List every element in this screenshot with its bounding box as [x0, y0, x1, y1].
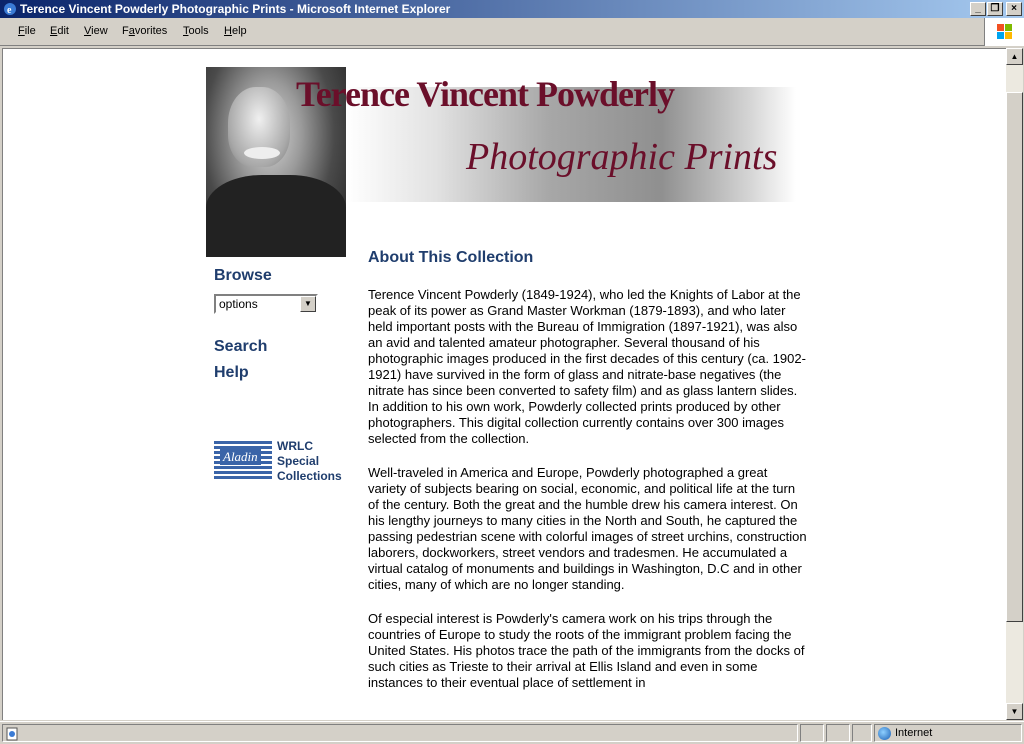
help-link[interactable]: Help — [214, 364, 249, 382]
scroll-thumb[interactable] — [1006, 92, 1023, 622]
window-title: Terence Vincent Powderly Photographic Pr… — [20, 2, 451, 16]
paragraph-3: Of especial interest is Powderly's camer… — [368, 611, 805, 690]
page-icon — [6, 727, 18, 741]
internet-globe-icon — [878, 727, 891, 740]
browse-options-select[interactable]: options ▼ — [214, 294, 318, 314]
menu-tools[interactable]: Tools — [183, 25, 209, 37]
sidebar-nav: Browse options ▼ Search Help Aladin WRLC… — [214, 267, 364, 483]
ie-icon: e — [4, 3, 16, 16]
status-bar: Internet — [0, 721, 1024, 744]
status-text-pane — [2, 724, 798, 742]
menu-favorites[interactable]: Favorites — [122, 25, 167, 37]
close-button[interactable]: × — [1006, 2, 1022, 16]
page-heading: About This Collection — [368, 249, 534, 266]
header-banner: Terence Vincent Powderly Photographic Pr… — [206, 67, 796, 257]
restore-button[interactable]: ❐ — [987, 2, 1003, 16]
menu-help[interactable]: Help — [224, 25, 247, 37]
scroll-up-button[interactable]: ▲ — [1006, 48, 1023, 65]
select-value: options — [219, 297, 258, 311]
menu-bar: File Edit View Favorites Tools Help — [0, 18, 1024, 46]
security-zone-pane: Internet — [874, 724, 1022, 742]
svg-text:e: e — [7, 5, 12, 16]
windows-logo-icon — [984, 18, 1024, 46]
aladin-logo-icon: Aladin — [214, 441, 272, 479]
search-link[interactable]: Search — [214, 338, 267, 356]
menu-file[interactable]: File — [18, 25, 36, 37]
menu-view[interactable]: View — [84, 25, 108, 37]
menu-edit[interactable]: Edit — [50, 25, 69, 37]
chevron-down-icon[interactable]: ▼ — [300, 296, 316, 312]
main-content: About This Collection Terence Vincent Po… — [368, 249, 808, 709]
banner-subtitle: Photographic Prints — [466, 136, 778, 178]
page-viewport: Terence Vincent Powderly Photographic Pr… — [2, 48, 1006, 720]
paragraph-1: Terence Vincent Powderly (1849-1924), wh… — [368, 287, 806, 446]
status-pane-1 — [800, 724, 824, 742]
status-pane-2 — [826, 724, 850, 742]
browser-window: e Terence Vincent Powderly Photographic … — [0, 0, 1024, 744]
banner-title: Terence Vincent Powderly — [296, 74, 675, 114]
title-bar: e Terence Vincent Powderly Photographic … — [0, 0, 1024, 18]
paragraph-2: Well-traveled in America and Europe, Pow… — [368, 465, 807, 592]
vertical-scrollbar[interactable]: ▲ ▼ — [1006, 48, 1023, 720]
zone-label: Internet — [895, 727, 933, 739]
status-pane-3 — [852, 724, 872, 742]
scroll-down-button[interactable]: ▼ — [1006, 703, 1023, 720]
wrlc-logo-link[interactable]: Aladin WRLC Special Collections — [214, 439, 354, 483]
browse-link[interactable]: Browse — [214, 267, 364, 285]
minimize-button[interactable]: _ — [970, 2, 986, 16]
wrlc-label: WRLC Special Collections — [277, 439, 342, 483]
